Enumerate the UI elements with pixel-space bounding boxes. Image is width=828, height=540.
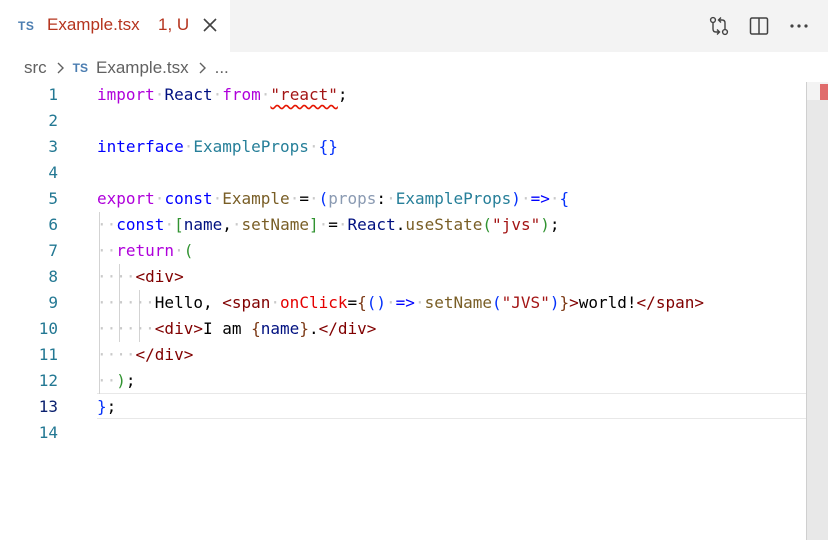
typescript-icon: TS <box>72 61 89 75</box>
code-line: 8 ····<div> <box>0 264 806 290</box>
breadcrumb-folder[interactable]: src <box>24 58 47 78</box>
code-line: 4 <box>0 160 806 186</box>
split-editor-icon[interactable] <box>748 15 770 37</box>
code-line: 14 <box>0 420 806 446</box>
code-line: 7 ··return·( <box>0 238 806 264</box>
breadcrumb: src TS Example.tsx ... <box>24 56 229 80</box>
code-line: 9 ······Hello, <span·onClick={()·=>·setN… <box>0 290 806 316</box>
breadcrumb-symbols[interactable]: ... <box>215 58 229 78</box>
code-text[interactable]: ······<div>I am {name}.</div> <box>97 316 376 342</box>
code-line: 3 interface·ExampleProps·{} <box>0 134 806 160</box>
code-text[interactable]: ····<div> <box>97 264 184 290</box>
line-number: 7 <box>48 241 58 260</box>
line-number: 8 <box>48 267 58 286</box>
tab-status-badge: 1, U <box>158 15 190 34</box>
code-text[interactable]: import·React·from·"react"; <box>97 82 348 108</box>
code-text[interactable]: export·const·Example·=·(props:·ExamplePr… <box>97 186 569 212</box>
code-line: 10 ······<div>I am {name}.</div> <box>0 316 806 342</box>
code-line: 5 export·const·Example·=·(props:·Example… <box>0 186 806 212</box>
code-text[interactable]: ··return·( <box>97 238 193 264</box>
line-number: 13 <box>38 397 58 416</box>
compare-changes-icon[interactable] <box>708 15 730 37</box>
editor-tab[interactable]: TS Example.tsx 1, U <box>0 0 230 52</box>
code-line: 1 import·React·from·"react"; <box>0 82 806 108</box>
tab-filename: Example.tsx <box>47 15 140 34</box>
line-number: 12 <box>38 371 58 390</box>
typescript-icon: TS <box>18 19 35 33</box>
scrollbar-thumb[interactable] <box>807 100 828 540</box>
code-line: 13 }; <box>0 394 806 420</box>
code-text[interactable]: ······Hello, <span·onClick={()·=>·setNam… <box>97 290 704 316</box>
code-line: 2 <box>0 108 806 134</box>
code-text[interactable]: }; <box>97 394 116 420</box>
code-text[interactable]: ··); <box>97 368 136 394</box>
code-text[interactable]: ····</div> <box>97 342 193 368</box>
line-number: 2 <box>48 111 58 130</box>
breadcrumb-file[interactable]: Example.tsx <box>96 58 189 78</box>
code-editor[interactable]: 1 import·React·from·"react"; 2 3 interfa… <box>0 82 806 540</box>
line-number: 3 <box>48 137 58 156</box>
code-line: 6 ··const·[name,·setName]·=·React.useSta… <box>0 212 806 238</box>
line-number: 14 <box>38 423 58 442</box>
line-number: 5 <box>48 189 58 208</box>
line-number: 6 <box>48 215 58 234</box>
code-text[interactable]: ··const·[name,·setName]·=·React.useState… <box>97 212 560 238</box>
line-number: 10 <box>38 319 58 338</box>
code-line: 12 ··); <box>0 368 806 394</box>
code-line: 11 ····</div> <box>0 342 806 368</box>
close-icon[interactable] <box>200 14 220 36</box>
line-number: 9 <box>48 293 58 312</box>
tab-bar: TS Example.tsx 1, U <box>0 0 828 52</box>
more-actions-icon[interactable] <box>788 15 810 37</box>
line-number: 4 <box>48 163 58 182</box>
chevron-right-icon <box>55 61 65 75</box>
code-text[interactable]: interface·ExampleProps·{} <box>97 134 338 160</box>
chevron-right-icon <box>197 61 207 75</box>
error-marker <box>820 84 828 100</box>
line-number: 11 <box>38 345 58 364</box>
line-number: 1 <box>48 85 58 104</box>
